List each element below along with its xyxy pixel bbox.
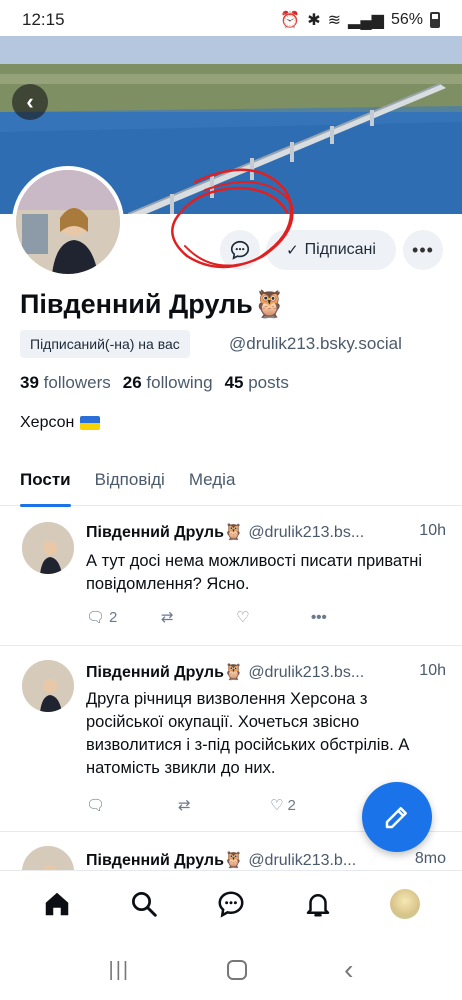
status-bar: 12:15 ⏰ ✱ ≋ ▂▄▆ 56% <box>0 0 462 40</box>
followers-label: followers <box>43 373 111 392</box>
avatar-image <box>22 522 74 574</box>
post-header: Південний Друль🦉 @drulik213.b... 8mo <box>86 850 446 870</box>
post-header: Південний Друль🦉 @drulik213.bs... 10h <box>86 522 446 542</box>
followers-count: 39 <box>20 373 39 392</box>
post-more-button[interactable]: ••• <box>311 609 386 626</box>
posts-stat: 45 posts <box>225 373 289 393</box>
nav-notifications[interactable] <box>298 884 338 924</box>
bottom-navigation <box>0 870 462 936</box>
heart-icon: ♡ <box>236 609 250 626</box>
home-circle-icon[interactable] <box>227 960 248 980</box>
nav-profile[interactable] <box>385 884 425 924</box>
tab-replies[interactable]: Відповіді <box>95 458 165 506</box>
avatar-image <box>22 846 74 872</box>
posts-count: 45 <box>224 373 244 392</box>
compose-pencil-icon <box>385 807 407 829</box>
post-handle: @drulik213.bs... <box>248 524 365 541</box>
follows-you-badge: Підписаний(-на) на вас <box>20 330 190 358</box>
following-label: following <box>146 373 213 392</box>
post-author[interactable]: Південний Друль🦉 <box>86 524 244 541</box>
bell-icon <box>306 893 330 916</box>
nav-search[interactable] <box>124 884 164 924</box>
chat-bubble-icon <box>218 890 244 918</box>
search-icon <box>132 891 157 917</box>
repost-button[interactable]: ⇄ <box>178 796 270 814</box>
nav-chat[interactable] <box>211 884 251 924</box>
repost-button[interactable]: ⇄ <box>161 608 236 626</box>
reply-icon: 🗨 <box>86 797 106 814</box>
battery-percent: 56% <box>390 11 423 28</box>
heart-icon: ♡ <box>270 797 284 814</box>
bluetooth-icon: ✱ <box>307 12 321 29</box>
bio-text: Херсон <box>20 414 75 431</box>
battery-icon <box>430 12 440 28</box>
like-count: 2 <box>287 796 296 814</box>
post-author[interactable]: Південний Друль🦉 <box>86 852 244 869</box>
user-avatar <box>389 888 420 919</box>
home-icon <box>46 892 69 915</box>
profile-avatar[interactable] <box>12 166 124 278</box>
post-author[interactable]: Південний Друль🦉 <box>86 664 244 681</box>
system-navigation: ||| ‹ <box>0 940 462 1000</box>
annotation-circle <box>171 168 294 269</box>
profile-bio: Херсон <box>20 414 101 432</box>
followers-stat[interactable]: 39 followers <box>20 373 111 393</box>
post-actions: 🗨 2 ⇄ ♡ ••• <box>86 606 386 628</box>
post-text: Друга річниця визволення Херсона з росій… <box>86 690 410 777</box>
reply-button[interactable]: 🗨 <box>86 796 178 814</box>
post-time: 10h <box>417 662 446 680</box>
like-button[interactable]: ♡ <box>236 608 311 626</box>
post-header: Південний Друль🦉 @drulik213.bs... 10h <box>86 662 446 682</box>
post-time: 8mo <box>412 850 446 868</box>
profile-display-name: Південний Друль🦉 <box>20 289 287 319</box>
system-back-icon[interactable]: ‹ <box>344 954 353 986</box>
compose-button[interactable] <box>362 782 432 852</box>
wifi-icon: ≋ <box>327 12 342 29</box>
post-item[interactable]: Південний Друль🦉 @drulik213.bs... 10h А … <box>0 506 462 646</box>
post-actions: 🗨 ⇄ ♡ 2 <box>86 794 386 816</box>
signal-icon: ▂▄▆ <box>348 12 384 29</box>
profile-stats: 39 followers 26 following 45 posts <box>20 373 289 393</box>
more-dots-icon: ••• <box>412 239 434 260</box>
ukraine-flag-icon <box>80 416 101 430</box>
profile-tabs: Пости Відповіді Медіа <box>0 458 462 507</box>
following-stat[interactable]: 26 following <box>123 373 213 393</box>
like-button[interactable]: ♡ 2 <box>270 796 362 815</box>
reply-icon: 🗨 <box>86 609 106 626</box>
post-text: А тут досі нема можливості писати приват… <box>86 552 423 593</box>
post-handle: @drulik213.b... <box>248 852 357 869</box>
reply-button[interactable]: 🗨 2 <box>86 608 161 627</box>
more-options-button[interactable]: ••• <box>403 230 443 270</box>
reply-count: 2 <box>109 608 118 626</box>
back-button[interactable]: ‹ <box>12 84 48 120</box>
post-handle: @drulik213.bs... <box>248 664 365 681</box>
avatar-image <box>16 170 120 274</box>
avatar-image <box>22 660 74 712</box>
repost-icon: ⇄ <box>178 797 191 814</box>
post-avatar[interactable] <box>22 522 74 574</box>
recent-apps-icon[interactable]: ||| <box>109 959 131 982</box>
status-time: 12:15 <box>22 10 65 29</box>
posts-label: posts <box>248 373 289 392</box>
post-time: 10h <box>417 522 446 540</box>
nav-home[interactable] <box>37 884 77 924</box>
chevron-left-icon: ‹ <box>26 89 34 114</box>
post-avatar[interactable] <box>22 660 74 712</box>
alarm-icon: ⏰ <box>280 12 301 29</box>
status-icons: ⏰ ✱ ≋ ▂▄▆ 56% <box>280 10 440 30</box>
tab-media[interactable]: Медіа <box>189 458 236 506</box>
profile-handle: @drulik213.bsky.social <box>229 334 402 353</box>
repost-icon: ⇄ <box>161 609 174 626</box>
following-count: 26 <box>122 373 142 392</box>
tab-posts[interactable]: Пости <box>20 458 71 507</box>
post-avatar[interactable] <box>22 846 74 872</box>
subscribed-label: Підписані <box>304 241 376 258</box>
